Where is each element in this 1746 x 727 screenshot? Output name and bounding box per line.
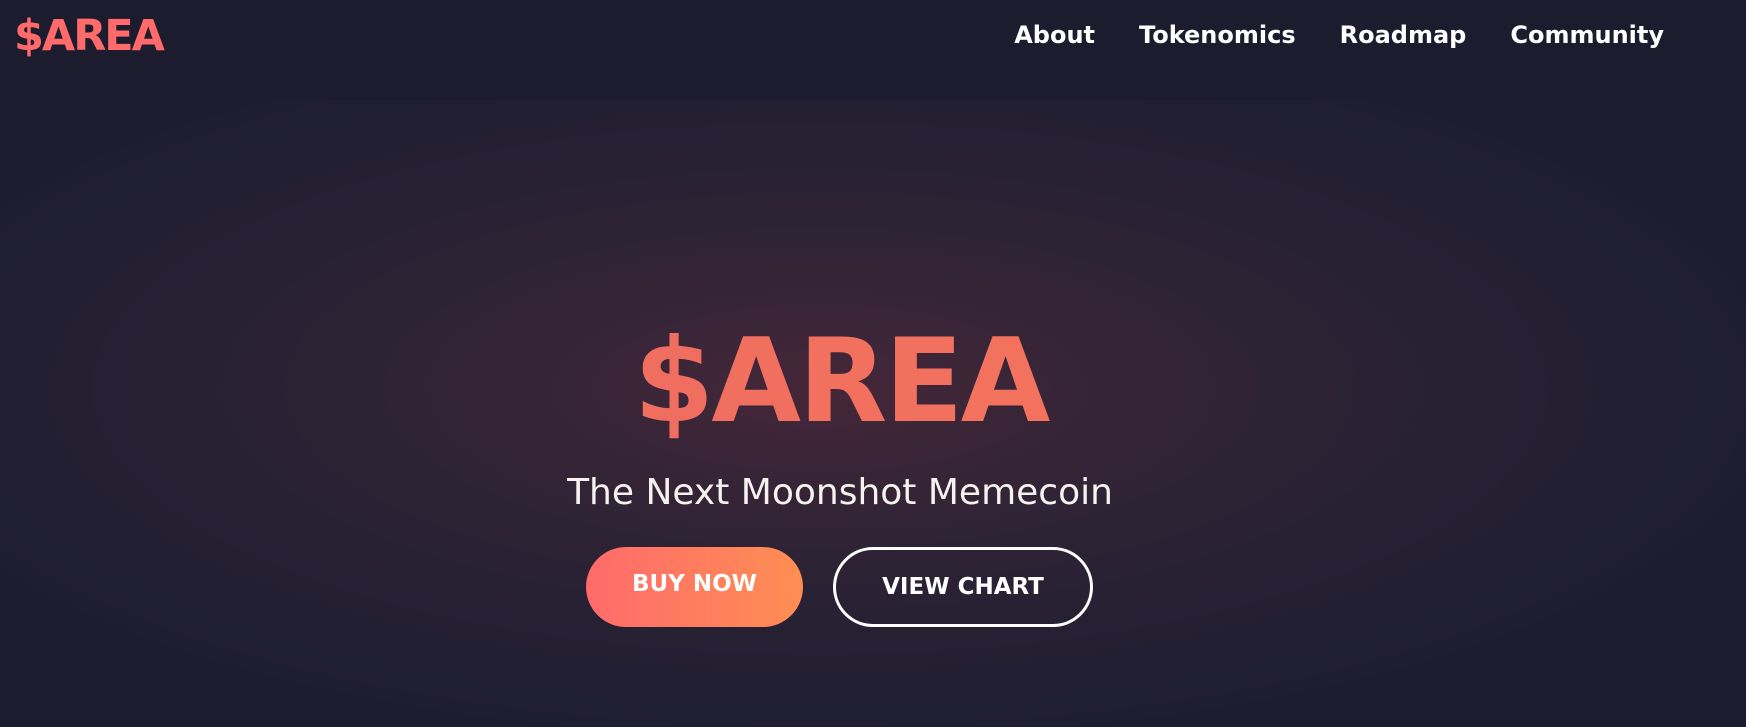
hero-title: $AREA <box>0 316 1681 447</box>
nav-link-tokenomics[interactable]: Tokenomics <box>1139 18 1296 52</box>
site-logo[interactable]: $AREA <box>14 11 165 61</box>
hero-subtitle: The Next Moonshot Memecoin <box>567 472 1113 513</box>
nav-link-community[interactable]: Community <box>1510 18 1664 52</box>
hero-section: $AREA The Next Moonshot Memecoin BUY NOW… <box>0 100 1746 727</box>
nav-link-about[interactable]: About <box>1014 18 1095 52</box>
view-chart-button[interactable]: VIEW CHART <box>833 547 1093 627</box>
nav-links: About Tokenomics Roadmap Community <box>1014 18 1664 52</box>
buy-now-button[interactable]: BUY NOW <box>586 547 803 627</box>
navbar: $AREA About Tokenomics Roadmap Community <box>0 0 1746 100</box>
page: $AREA About Tokenomics Roadmap Community… <box>0 0 1746 727</box>
nav-link-roadmap[interactable]: Roadmap <box>1340 18 1467 52</box>
